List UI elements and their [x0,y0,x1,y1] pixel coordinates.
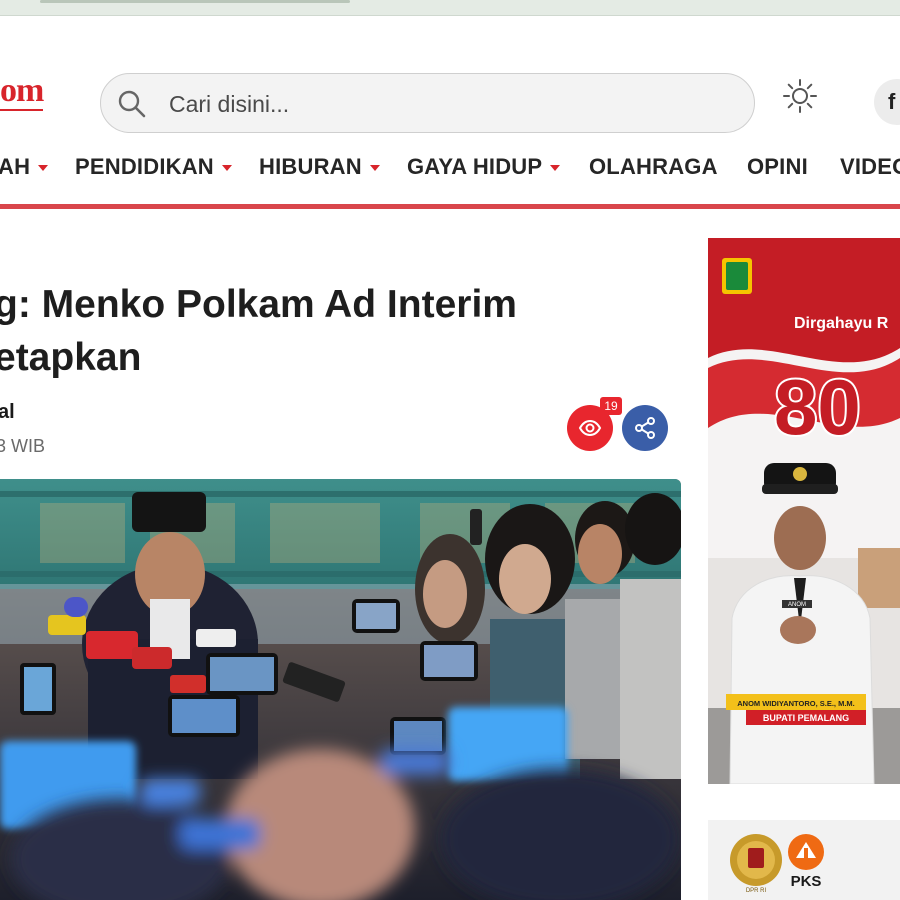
article-title: g: Menko Polkam Ad Interim etapkan [0,283,517,379]
view-count-badge: 19 [600,397,622,415]
site-header: om f [0,16,900,140]
article-datetime: 3 WIB [0,436,46,456]
nav-item-label: AH [0,154,31,179]
share-button[interactable] [622,405,668,451]
nav-divider [0,204,900,209]
share-icon [635,417,655,439]
advertisement-banner-1[interactable]: Dirgahayu R 80 ANOM ANOM WIDIYANTORO, S.… [708,238,900,784]
article-author[interactable]: al [0,401,15,424]
nav-item-label: OLAHRAGA [589,154,718,179]
ad-number: 80 [774,363,861,451]
ad-person-name: ANOM WIDIYANTORO, S.E., M.M. [737,699,855,708]
nav-item-hiburan[interactable]: HIBURAN [259,154,380,180]
nav-item-opini[interactable]: OPINI [747,154,808,180]
advertisement-banner-2[interactable]: DPR RI PKS [708,820,900,900]
caret-down-icon [369,165,380,171]
nav-item-video[interactable]: VIDEO [840,154,900,180]
nav-item-label: VIDEO [840,154,900,179]
nav-item-label: PENDIDIKAN [75,154,214,179]
nav-item-label: OPINI [747,154,808,179]
caret-down-icon [38,165,49,171]
emblem-label: DPR RI [746,888,767,894]
main-nav: AH PENDIDIKAN HIBURAN GAYA HIDUP OLAHRAG… [0,140,900,204]
ad-headline: Dirgahayu R [794,315,889,332]
browser-top-strip [0,0,900,16]
search-input[interactable] [169,84,729,124]
facebook-button[interactable]: f [874,79,900,125]
search-box[interactable] [100,73,755,133]
nav-item-gaya-hidup[interactable]: GAYA HIDUP [407,154,561,180]
nav-item-olahraga[interactable]: OLAHRAGA [589,154,718,180]
nav-item-label: HIBURAN [259,154,362,179]
nav-item-label: GAYA HIDUP [407,154,543,179]
sun-icon[interactable] [782,78,818,114]
nav-item-pendidikan[interactable]: PENDIDIKAN [75,154,232,180]
caret-down-icon [221,165,232,171]
caret-down-icon [550,165,561,171]
search-icon[interactable] [117,89,147,119]
pks-logo-icon: PKS [788,834,824,890]
nav-item-daerah[interactable]: AH [0,154,49,180]
ad-name-tag: ANOM [788,602,806,608]
article-hero-photo[interactable] [0,479,681,900]
site-logo[interactable]: om [0,74,44,111]
faint-url-text [40,0,350,3]
ad-person-title: BUPATI PEMALANG [763,713,849,723]
facebook-icon: f [888,89,896,114]
party-label: PKS [791,873,822,890]
eye-icon [578,419,602,437]
